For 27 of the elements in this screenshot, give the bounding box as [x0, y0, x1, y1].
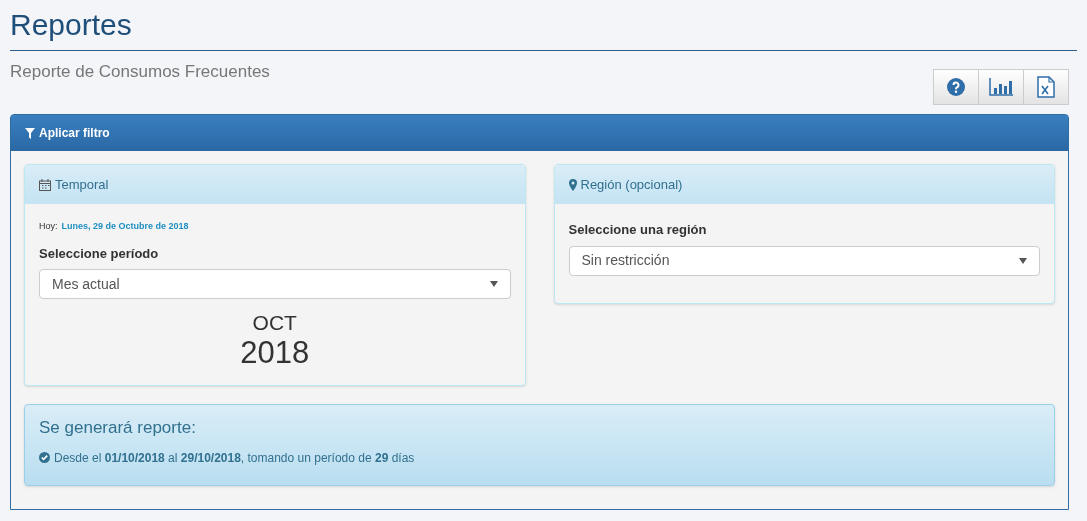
calendar-icon — [39, 178, 51, 191]
bar-chart-icon — [989, 78, 1013, 96]
map-pin-icon — [568, 178, 577, 191]
field-label: Seleccione período — [39, 244, 160, 263]
help-icon — [947, 78, 965, 96]
help-button[interactable] — [933, 69, 979, 105]
summary-title: Se generará reporte: — [39, 417, 197, 439]
month-label: OCT — [252, 311, 297, 335]
today-label: Hoy: — [39, 220, 58, 233]
year-label: 2018 — [240, 335, 310, 371]
region-select[interactable]: Sin restricción — [568, 245, 1040, 276]
panel-title: Aplicar filtro — [39, 125, 110, 142]
caret-icon — [1019, 257, 1027, 264]
today-date: Lunes, 29 de Octubre de 2018 — [61, 220, 189, 233]
spreadsheet-file-icon — [1037, 76, 1055, 98]
excel-button[interactable] — [1023, 69, 1069, 105]
card-title: Región (opcional) — [580, 175, 683, 194]
check-circle-icon — [39, 452, 50, 463]
page-subtitle: Reporte de Consumos Frecuentes — [10, 61, 270, 83]
summary-text: Desde el 01/10/2018 al 29/10/2018, tomando un período de 29 días — [54, 449, 415, 467]
page-title: Reportes — [10, 7, 133, 43]
chart-button[interactable] — [978, 69, 1024, 105]
caret-icon — [489, 281, 498, 287]
field-label: Seleccione una región — [568, 221, 708, 239]
period-select[interactable]: Mes actual — [39, 269, 511, 299]
filter-icon — [25, 127, 35, 139]
card-title: Temporal — [55, 175, 109, 194]
